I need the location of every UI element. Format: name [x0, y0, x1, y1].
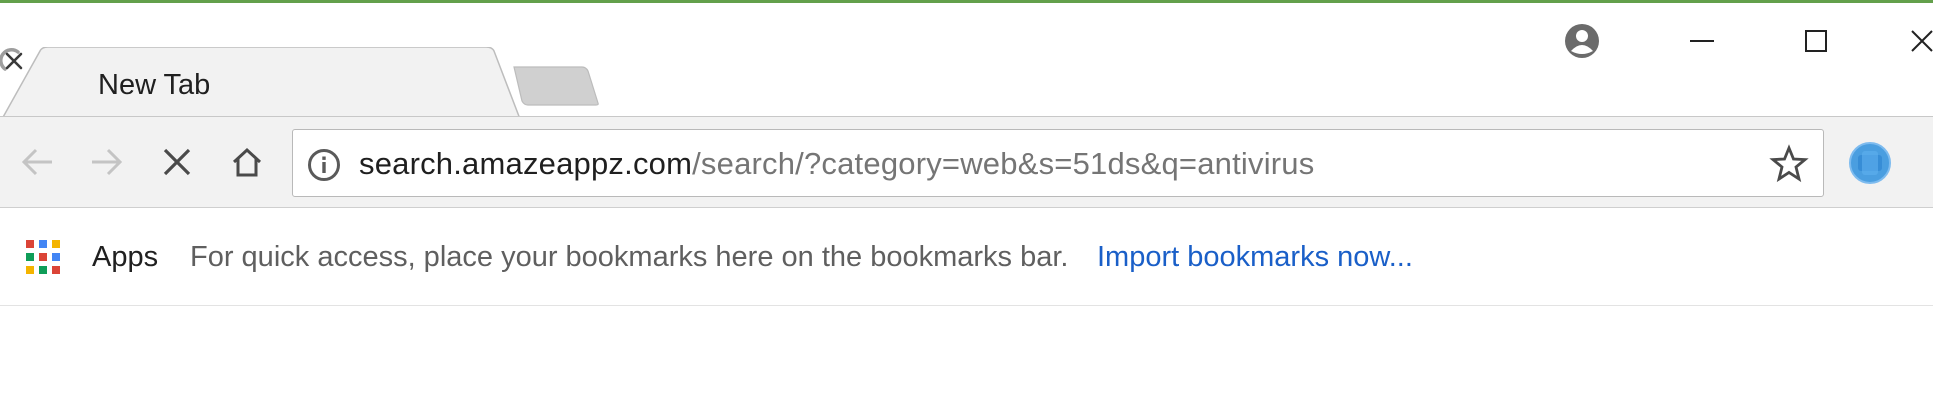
tab-title: New Tab: [98, 69, 211, 101]
apps-shortcut[interactable]: Apps: [92, 241, 158, 274]
tab-shape: [1, 47, 521, 119]
bookmarks-hint-text: For quick access, place your bookmarks h…: [190, 241, 1069, 273]
import-bookmarks-link[interactable]: Import bookmarks now...: [1097, 241, 1413, 274]
close-window-button[interactable]: [1900, 13, 1933, 69]
tab-close-icon[interactable]: [0, 47, 28, 75]
apps-grid-icon[interactable]: [26, 240, 60, 274]
info-circle-icon[interactable]: [307, 148, 341, 182]
bookmarks-bar: Apps For quick access, place your bookma…: [0, 208, 1933, 306]
extension-globe-icon[interactable]: [1848, 141, 1892, 185]
page-content-area: [0, 306, 1933, 416]
maximize-button[interactable]: [1786, 13, 1846, 69]
arrow-left-icon: [21, 148, 52, 176]
navigation-toolbar: search.amazeappz.com/search/?category=we…: [0, 116, 1933, 208]
arrow-right-icon: [92, 148, 123, 176]
url-text[interactable]: search.amazeappz.com/search/?category=we…: [359, 146, 1314, 182]
url-path: /search/?category=web&s=51ds&q=antivirus: [692, 146, 1315, 181]
profile-button[interactable]: [1552, 13, 1612, 69]
minimize-icon: [1690, 40, 1714, 42]
tab-new-tab[interactable]: New Tab: [0, 47, 530, 119]
home-button[interactable]: [222, 137, 272, 187]
url-host: search.amazeappz.com: [359, 146, 693, 181]
back-button[interactable]: [12, 137, 62, 187]
address-bar[interactable]: search.amazeappz.com/search/?category=we…: [292, 129, 1824, 197]
new-tab-button[interactable]: [512, 65, 600, 107]
bookmark-star-icon[interactable]: [1769, 144, 1809, 184]
forward-button[interactable]: [82, 137, 132, 187]
stop-loading-button[interactable]: [152, 137, 202, 187]
maximize-icon: [1805, 30, 1827, 52]
tab-strip: New Tab: [0, 3, 1933, 119]
home-icon: [232, 147, 262, 177]
stop-icon: [163, 148, 191, 176]
profile-icon: [1565, 24, 1599, 58]
minimize-button[interactable]: [1672, 13, 1732, 69]
browser-window: New Tab search.amazeappz.com/search/?cat…: [0, 0, 1933, 416]
close-icon: [1911, 30, 1933, 52]
